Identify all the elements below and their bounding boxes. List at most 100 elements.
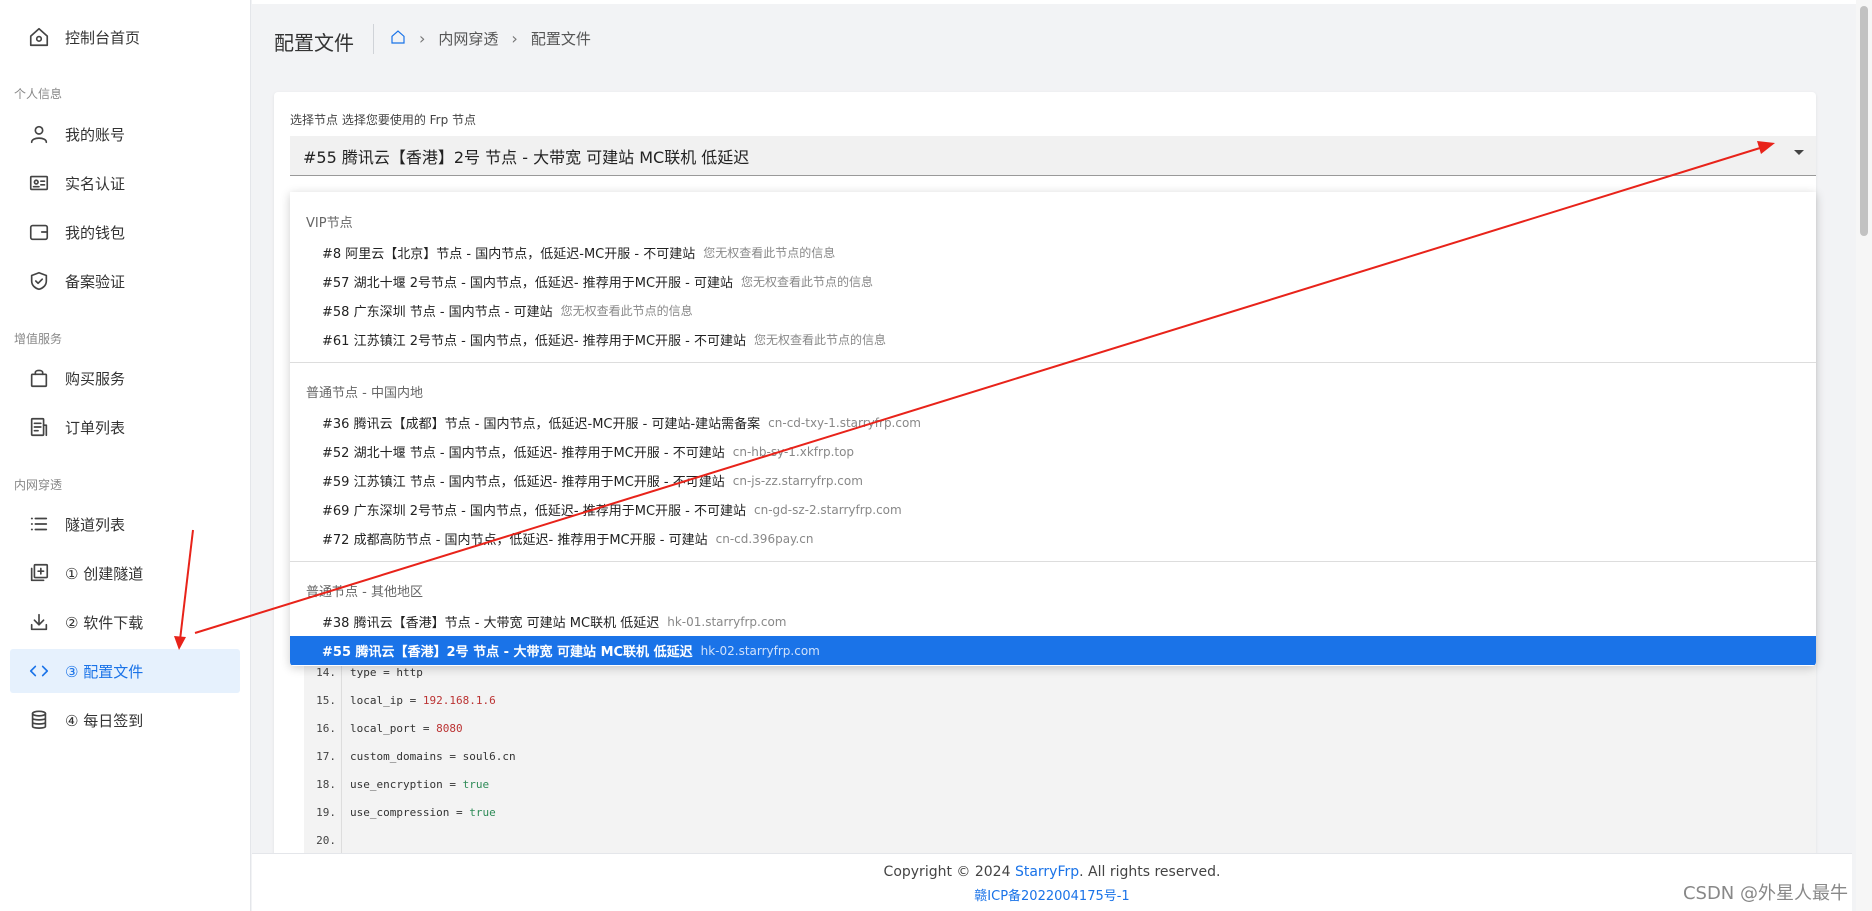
user-icon <box>27 122 51 146</box>
caret-down-icon <box>1794 150 1804 155</box>
home-icon <box>27 25 51 49</box>
option-subtitle: cn-hb-sy-1.xkfrp.top <box>732 444 855 459</box>
option-label: #72 成都高防节点 - 国内节点，低延迟- 推荐用于MC开服 - 可建站 <box>322 533 708 548</box>
option-subtitle: cn-gd-sz-2.starryfrp.com <box>754 502 902 517</box>
code-key: local_ip = <box>350 693 423 707</box>
sidebar-item-checkin[interactable]: ④ 每日签到 <box>10 698 240 742</box>
node-option[interactable]: #58 广东深圳 节点 - 国内节点 - 可建站 您无权查看此节点的信息 <box>290 296 1816 325</box>
sidebar-item-download[interactable]: ② 软件下载 <box>10 600 240 644</box>
option-subtitle: hk-02.starryfrp.com <box>700 643 820 658</box>
sidebar-item-wallet[interactable]: 我的钱包 <box>10 210 240 254</box>
page-scrollbar[interactable] <box>1856 0 1872 911</box>
config-code-block: 14. type = http 15. local_ip = 192.168.1.6… <box>304 665 1816 855</box>
icp-link[interactable]: 赣ICP备2022004175号-1 <box>252 885 1852 904</box>
sidebar-item-orders[interactable]: 订单列表 <box>10 405 240 449</box>
option-label: #36 腾讯云【成都】节点 - 国内节点，低延迟-MC开服 - 可建站-建站需备… <box>322 417 761 432</box>
option-label: #55 腾讯云【香港】2号 节点 - 大带宽 可建站 MC联机 低延迟 <box>322 645 693 660</box>
code-text: type = http <box>350 666 423 679</box>
copyright-suffix: . All rights reserved. <box>1079 864 1221 880</box>
copyright-prefix: Copyright © 2024 <box>883 864 1015 880</box>
code-line: 15. local_ip = 192.168.1.6 <box>304 686 496 714</box>
sidebar-item-create-tunnel[interactable]: ① 创建隧道 <box>10 551 240 595</box>
node-option[interactable]: #57 湖北十堰 2号节点 - 国内节点，低延迟- 推荐用于MC开服 - 可建站… <box>290 267 1816 296</box>
option-label: #59 江苏镇江 节点 - 国内节点，低延迟- 推荐用于MC开服 - 不可建站 <box>322 475 725 490</box>
code-line: 16. local_port = 8080 <box>304 714 463 742</box>
add-box-icon <box>27 561 51 585</box>
node-option[interactable]: #38 腾讯云【香港】节点 - 大带宽 可建站 MC联机 低延迟 hk-01.st… <box>290 607 1816 636</box>
code-value: 8080 <box>436 721 463 735</box>
breadcrumb-home-icon[interactable] <box>390 29 406 49</box>
sidebar-item-label: 我的账号 <box>65 125 126 144</box>
sidebar-item-buy[interactable]: 购买服务 <box>10 356 240 400</box>
code-text: local_ip = 192.168.1.6 <box>350 694 496 707</box>
download-icon <box>27 610 51 634</box>
sidebar-item-label: 隧道列表 <box>65 515 126 534</box>
node-option[interactable]: #8 阿里云【北京】节点 - 国内节点，低延迟-MC开服 - 不可建站 您无权查看… <box>290 238 1816 267</box>
group-title: VIP节点 <box>306 216 353 231</box>
node-option[interactable]: #72 成都高防节点 - 国内节点，低延迟- 推荐用于MC开服 - 可建站 cn-… <box>290 524 1816 553</box>
option-subtitle: 您无权查看此节点的信息 <box>703 246 836 260</box>
option-subtitle: cn-cd.396pay.cn <box>715 531 814 546</box>
code-value: 192.168.1.6 <box>422 693 496 707</box>
option-label: #61 江苏镇江 2号节点 - 国内节点，低延迟- 推荐用于MC开服 - 不可建… <box>322 334 746 349</box>
code-key: use_compression = <box>350 805 470 819</box>
watermark: CSDN @外星人最牛 <box>1682 883 1848 904</box>
option-label: #58 广东深圳 节点 - 国内节点 - 可建站 <box>322 305 553 320</box>
node-option[interactable]: #59 江苏镇江 节点 - 国内节点，低延迟- 推荐用于MC开服 - 不可建站 c… <box>290 466 1816 495</box>
database-icon <box>27 708 51 732</box>
shopping-bag-icon <box>27 366 51 390</box>
brand-link[interactable]: StarryFrp <box>1015 864 1079 880</box>
line-number: 16. <box>316 721 336 735</box>
option-subtitle: hk-01.starryfrp.com <box>667 614 787 629</box>
code-text: custom_domains = soul6.cn <box>350 750 516 763</box>
node-option[interactable]: #36 腾讯云【成都】节点 - 国内节点，低延迟-MC开服 - 可建站-建站需备… <box>290 408 1816 437</box>
group-divider <box>290 561 1816 562</box>
breadcrumb: › 内网穿透 › 配置文件 <box>390 28 591 49</box>
node-option-selected[interactable]: #55 腾讯云【香港】2号 节点 - 大带宽 可建站 MC联机 低延迟 hk-02… <box>290 636 1816 665</box>
node-option[interactable]: #69 广东深圳 2号节点 - 国内节点，低延迟- 推荐用于MC开服 - 不可建… <box>290 495 1816 524</box>
chevron-right-icon: › <box>419 29 426 48</box>
title-divider <box>373 24 374 54</box>
scrollbar-thumb[interactable] <box>1860 6 1868 236</box>
node-option[interactable]: #61 江苏镇江 2号节点 - 国内节点，低延迟- 推荐用于MC开服 - 不可建… <box>290 325 1816 354</box>
sidebar-item-label: 备案验证 <box>65 272 126 291</box>
node-select-label: 选择节点 选择您要使用的 Frp 节点 <box>290 113 477 127</box>
section-intranet: 内网穿透 <box>14 478 63 492</box>
sidebar-item-config[interactable]: ③ 配置文件 <box>10 649 240 693</box>
section-value-added: 增值服务 <box>14 332 63 346</box>
sidebar-item-tunnels[interactable]: 隧道列表 <box>10 502 240 546</box>
footer: Copyright © 2024 StarryFrp. All rights r… <box>252 853 1852 911</box>
node-select[interactable]: #55 腾讯云【香港】2号 节点 - 大带宽 可建站 MC联机 低延迟 <box>290 136 1816 176</box>
receipt-icon <box>27 415 51 439</box>
code-text: local_port = 8080 <box>350 722 463 735</box>
section-personal: 个人信息 <box>14 87 63 101</box>
option-subtitle: 您无权查看此节点的信息 <box>560 304 693 318</box>
line-number: 15. <box>316 693 336 707</box>
breadcrumb-item[interactable]: 内网穿透 <box>438 28 498 49</box>
option-subtitle: cn-cd-txy-1.starryfrp.com <box>768 415 921 430</box>
sidebar-item-label: ② 软件下载 <box>65 613 144 632</box>
code-line: 20. <box>304 826 350 854</box>
sidebar-item-dashboard[interactable]: 控制台首页 <box>10 15 240 59</box>
list-icon <box>27 512 51 536</box>
code-value: true <box>462 777 490 791</box>
option-subtitle: cn-js-zz.starryfrp.com <box>732 473 863 488</box>
chevron-right-icon: › <box>511 29 518 48</box>
node-dropdown-menu: VIP节点 #8 阿里云【北京】节点 - 国内节点，低延迟-MC开服 - 不可建… <box>290 192 1816 666</box>
sidebar-item-icp[interactable]: 备案验证 <box>10 259 240 303</box>
page-title: 配置文件 <box>274 31 354 55</box>
option-label: #38 腾讯云【香港】节点 - 大带宽 可建站 MC联机 低延迟 <box>322 616 660 631</box>
copyright-text: Copyright © 2024 StarryFrp. All rights r… <box>252 864 1852 880</box>
id-card-icon <box>27 171 51 195</box>
option-label: #52 湖北十堰 节点 - 国内节点，低延迟- 推荐用于MC开服 - 不可建站 <box>322 446 725 461</box>
node-option[interactable]: #52 湖北十堰 节点 - 国内节点，低延迟- 推荐用于MC开服 - 不可建站 c… <box>290 437 1816 466</box>
code-line: 17. custom_domains = soul6.cn <box>304 742 516 770</box>
code-key: use_encryption = <box>350 777 463 791</box>
sidebar-item-label: ③ 配置文件 <box>65 662 144 681</box>
line-number: 17. <box>316 749 336 763</box>
option-subtitle: 您无权查看此节点的信息 <box>754 333 887 347</box>
sidebar-item-account[interactable]: 我的账号 <box>10 112 240 156</box>
group-title: 普通节点 - 其他地区 <box>306 585 423 600</box>
sidebar-item-verification[interactable]: 实名认证 <box>10 161 240 205</box>
code-value: true <box>469 805 496 819</box>
